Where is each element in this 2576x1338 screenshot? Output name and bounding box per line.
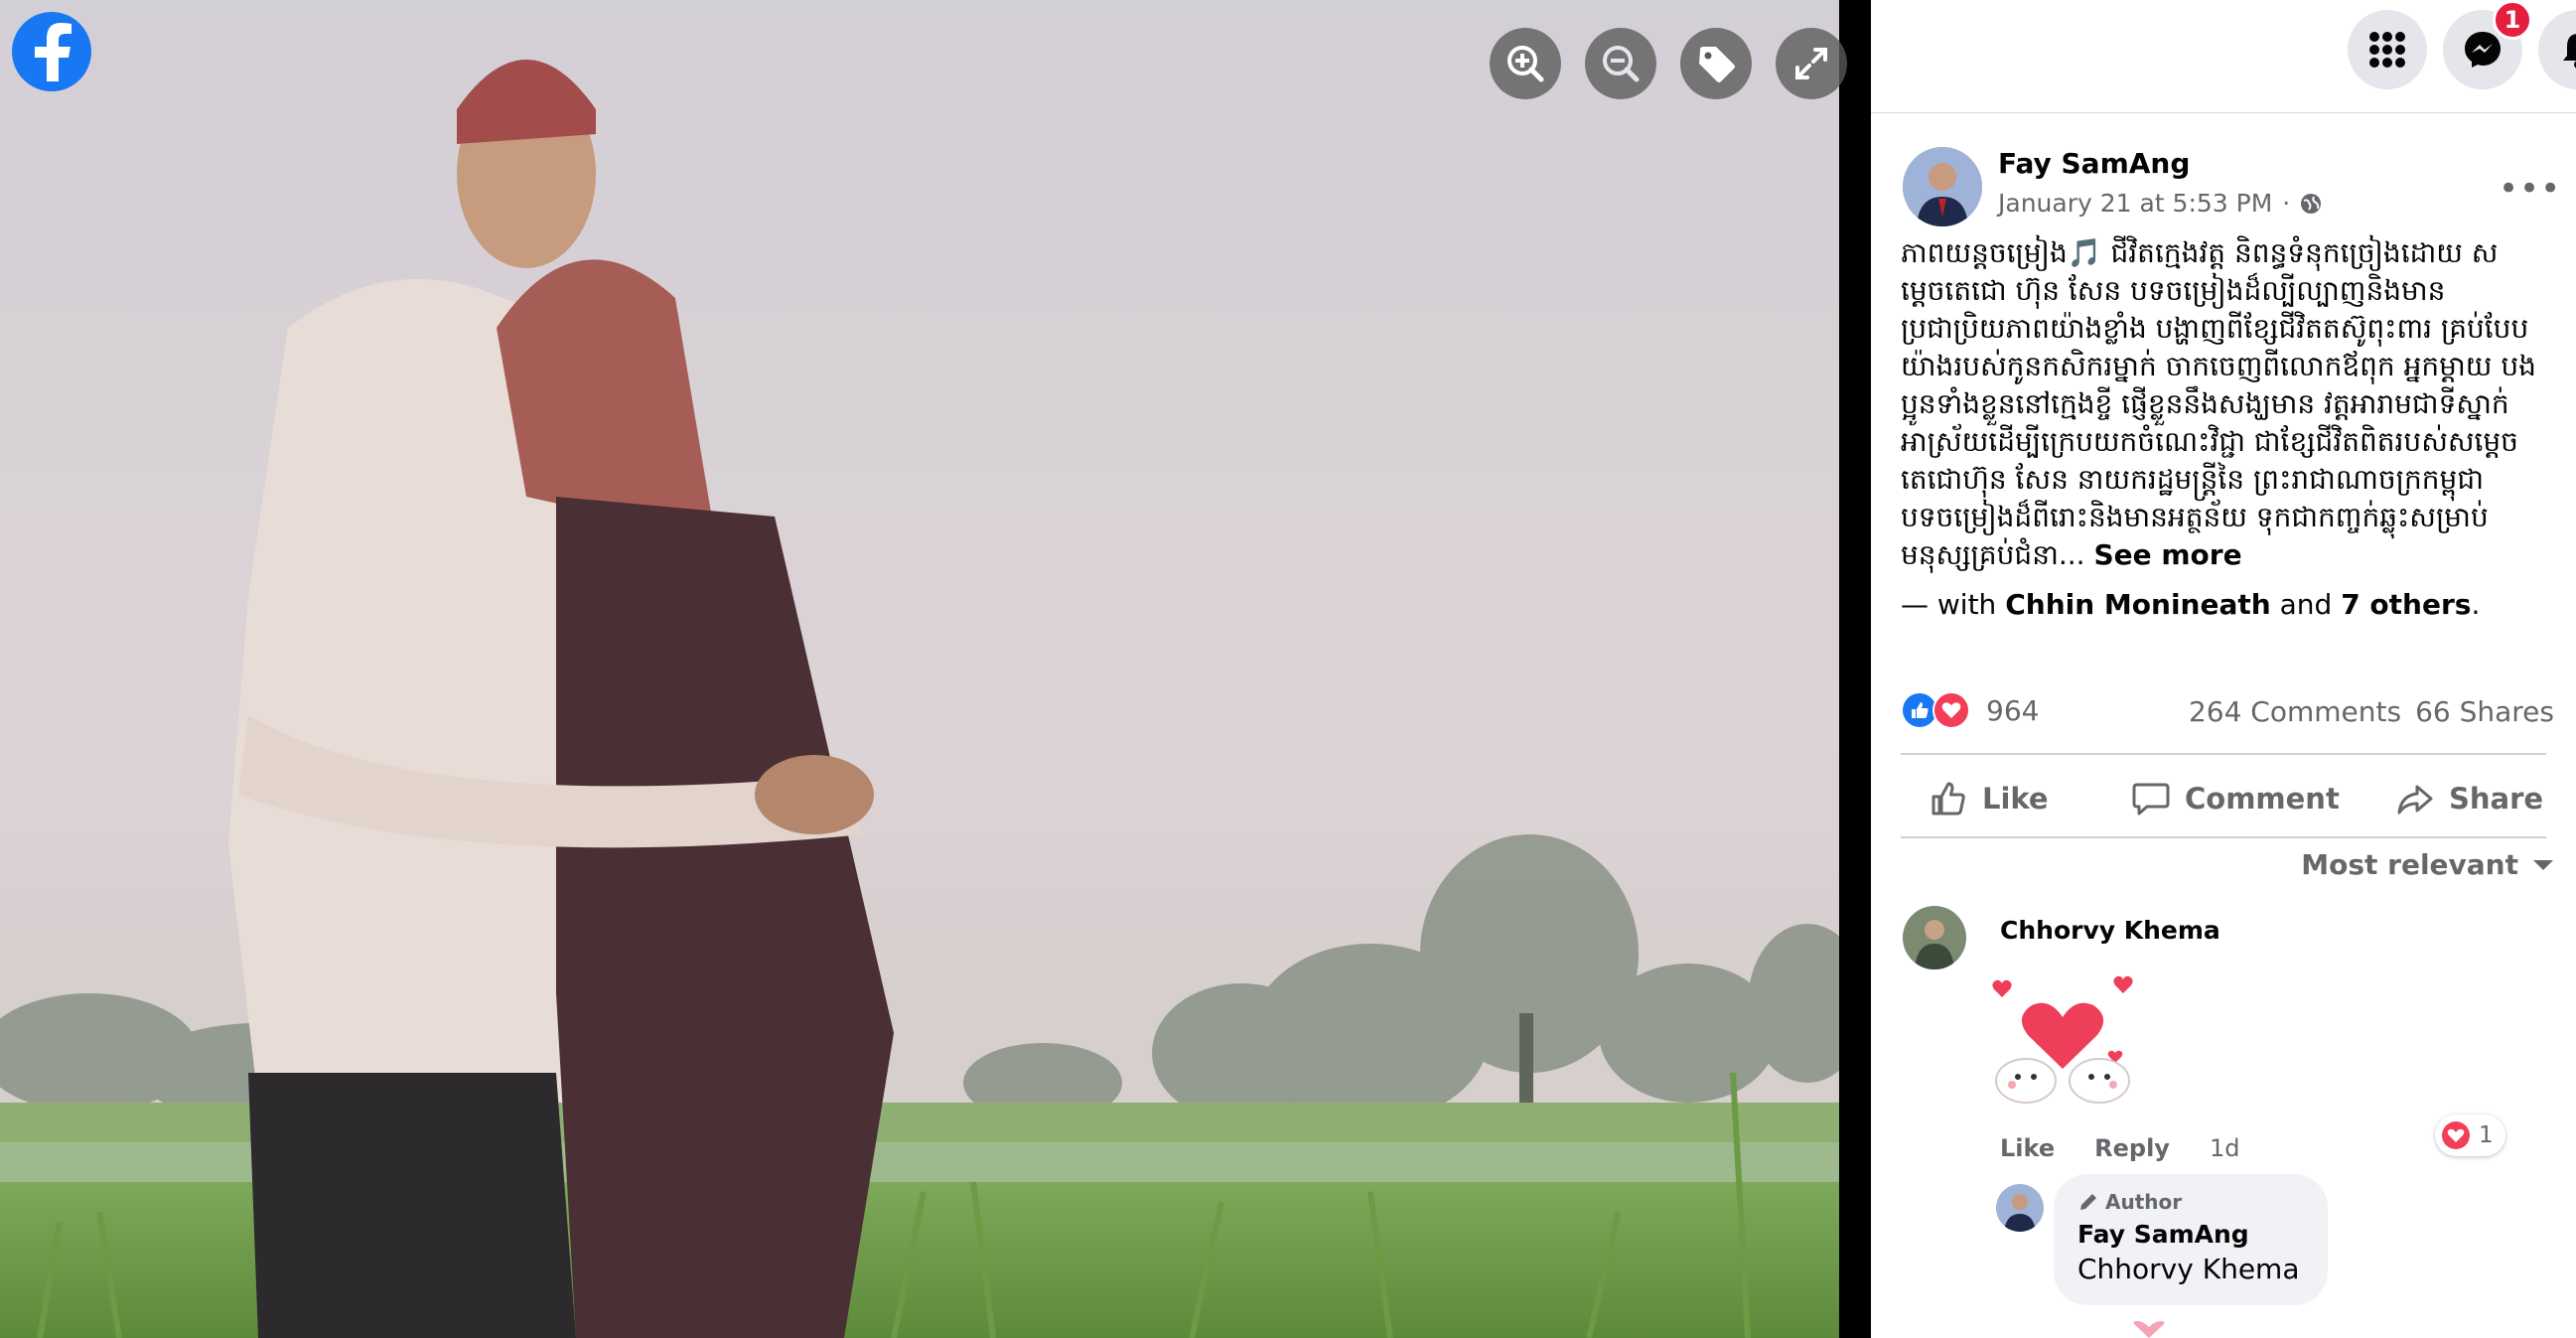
- see-more-link[interactable]: See more: [2093, 538, 2241, 571]
- comment-time[interactable]: 1d: [2210, 1134, 2240, 1162]
- globe-icon: [2301, 193, 2322, 214]
- with-prefix: — with: [1901, 588, 1997, 621]
- post-caption: ភាពយន្តចម្រៀង🎵 ជីវិតក្មេងវត្ត និពន្ធទំនុ…: [1901, 234, 2546, 574]
- divider-bottom: [1901, 836, 2546, 838]
- love-reaction-icon: [2442, 1121, 2470, 1149]
- reply-author-name[interactable]: Fay SamAng: [2077, 1220, 2304, 1249]
- post-caption-text: ភាពយន្តចម្រៀង🎵 ជីវិតក្មេងវត្ត និពន្ធទំនុ…: [1901, 236, 2536, 571]
- comment-bubble-icon: [2132, 783, 2170, 816]
- share-button[interactable]: Share: [2395, 771, 2543, 826]
- tagged-people: — with Chhin Monineath and 7 others.: [1901, 588, 2480, 621]
- tag-icon: [1699, 47, 1735, 82]
- shares-count[interactable]: 66 Shares: [2415, 695, 2554, 728]
- author-avatar[interactable]: [1903, 147, 1982, 226]
- comment-sort-dropdown[interactable]: Most relevant: [2301, 848, 2554, 881]
- share-button-label: Share: [2449, 782, 2544, 816]
- others-link[interactable]: 7 others: [2341, 588, 2471, 621]
- facebook-logo-icon[interactable]: [12, 12, 91, 91]
- menu-grid-icon: [2369, 32, 2405, 68]
- bell-icon: [2563, 34, 2576, 69]
- zoom-out-button[interactable]: [1585, 28, 1656, 99]
- person-silhouette-icon: [1903, 147, 1982, 226]
- share-arrow-icon: [2397, 785, 2433, 815]
- notifications-button[interactable]: [2538, 10, 2576, 89]
- reply-bubble: Author Fay SamAng Chhorvy Khema: [2054, 1174, 2328, 1305]
- messenger-icon: [2465, 32, 2501, 68]
- period: .: [2471, 588, 2481, 621]
- reactions-count: 964: [1986, 693, 2040, 727]
- engagement-counts: 264 Comments 66 Shares: [2189, 695, 2554, 728]
- post-photo: [0, 0, 1839, 1338]
- messenger-badge: 1: [2493, 0, 2532, 40]
- fullscreen-button[interactable]: [1776, 28, 1847, 99]
- divider-top: [1901, 753, 2546, 755]
- comment-reply-button[interactable]: Reply: [2094, 1134, 2170, 1162]
- expand-icon: [1795, 48, 1827, 79]
- love-reaction-icon: [1932, 691, 1970, 729]
- author-badge-label: Author: [2105, 1190, 2183, 1214]
- tagged-person-link[interactable]: Chhin Monineath: [2005, 588, 2270, 621]
- post-author-name[interactable]: Fay SamAng: [1998, 147, 2190, 180]
- comment-actions: Like Reply 1d: [2000, 1134, 2239, 1162]
- reply-author-avatar[interactable]: [1996, 1184, 2044, 1232]
- top-bar: [1871, 0, 2576, 113]
- person-silhouette-icon: [1996, 1184, 2044, 1232]
- author-badge: Author: [2077, 1190, 2304, 1214]
- hearts-sticker: [1992, 975, 2133, 1104]
- like-button[interactable]: Like: [1929, 771, 2049, 826]
- caret-down-icon: [2533, 859, 2553, 870]
- comment-like-button[interactable]: Like: [2000, 1134, 2055, 1162]
- separator-dot: ·: [2282, 189, 2291, 218]
- post-timestamp[interactable]: January 21 at 5:53 PM ·: [1998, 189, 2322, 218]
- pencil-icon: [2080, 1194, 2096, 1210]
- commenter-name[interactable]: Chhorvy Khema: [2000, 916, 2220, 945]
- commenter-photo-icon: [1903, 906, 1966, 969]
- tag-photo-button[interactable]: [1680, 28, 1752, 99]
- comment-reaction-number: 1: [2479, 1122, 2494, 1148]
- reply-text: Chhorvy Khema: [2077, 1253, 2300, 1285]
- comment-button-label: Comment: [2185, 782, 2340, 816]
- zoom-out-icon: [1603, 46, 1640, 82]
- post-timestamp-text: January 21 at 5:53 PM: [1998, 189, 2273, 218]
- comment-sort-label: Most relevant: [2301, 848, 2518, 881]
- thumbs-up-icon: [1932, 782, 1965, 816]
- comments-count[interactable]: 264 Comments: [2189, 695, 2401, 728]
- and-text: and: [2279, 588, 2333, 621]
- like-button-label: Like: [1982, 782, 2049, 816]
- comment-reaction-count[interactable]: 1: [2435, 1115, 2505, 1156]
- post-detail-panel: Fay SamAng January 21 at 5:53 PM · ••• ភ…: [1871, 0, 2576, 1338]
- next-sticker-peek: [2133, 1321, 2165, 1338]
- menu-button[interactable]: [2348, 10, 2427, 89]
- reactions-summary[interactable]: 964: [1901, 691, 2039, 729]
- more-options-icon[interactable]: •••: [2499, 169, 2561, 209]
- commenter-avatar[interactable]: [1903, 906, 1966, 969]
- zoom-in-button[interactable]: [1490, 28, 1561, 99]
- zoom-in-icon: [1507, 46, 1544, 82]
- photo-viewer: [0, 0, 1871, 1338]
- comment-button[interactable]: Comment: [2131, 771, 2340, 826]
